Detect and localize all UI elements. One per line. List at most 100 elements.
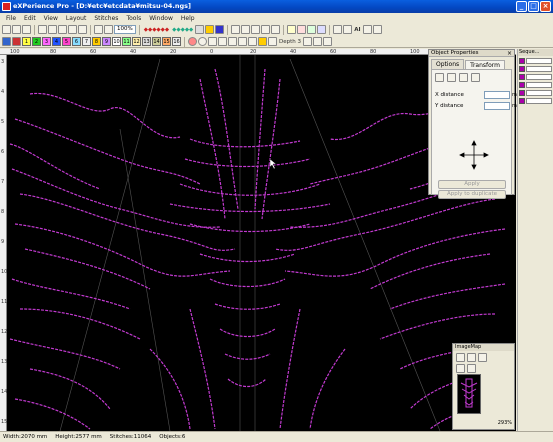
rotate-icon[interactable] xyxy=(218,37,227,46)
design-thumbnail[interactable] xyxy=(457,374,481,414)
select-tool-icon[interactable] xyxy=(231,25,241,34)
cut-icon[interactable] xyxy=(38,25,47,34)
color-swatch-10[interactable]: 10 xyxy=(112,37,121,46)
menu-layout[interactable]: Layout xyxy=(62,15,90,22)
menu-window[interactable]: Window xyxy=(145,15,177,22)
search-icon[interactable] xyxy=(362,25,372,34)
split-icon[interactable] xyxy=(248,37,257,46)
color-swatch-9[interactable]: 9 xyxy=(102,37,111,46)
magic-icon[interactable] xyxy=(372,25,382,34)
rotate-icon[interactable] xyxy=(447,73,456,82)
menu-view[interactable]: View xyxy=(40,15,62,22)
sequence-item[interactable] xyxy=(519,97,552,104)
align-icon[interactable] xyxy=(238,37,247,46)
pan-tool-icon[interactable] xyxy=(251,25,261,34)
ruler-tick-label: 40 xyxy=(130,49,137,55)
color-swatch-14[interactable]: 14 xyxy=(152,37,161,46)
menu-stitches[interactable]: Stitches xyxy=(90,15,122,22)
ai-label[interactable]: AI xyxy=(353,27,361,33)
circle-icon[interactable] xyxy=(188,37,197,46)
wizard-icon[interactable] xyxy=(287,25,297,34)
fit-icon[interactable] xyxy=(333,25,343,34)
color-swatch-16[interactable]: 16 xyxy=(172,37,181,46)
stitch-type-icon[interactable] xyxy=(297,25,307,34)
maximize-button[interactable]: □ xyxy=(528,1,539,12)
satin-icon[interactable] xyxy=(317,25,327,34)
play-icon[interactable] xyxy=(205,25,215,34)
sequence-item[interactable] xyxy=(519,81,552,88)
minimize-button[interactable]: _ xyxy=(516,1,527,12)
new-file-icon[interactable] xyxy=(2,25,11,34)
sequence-color-bar xyxy=(526,97,552,104)
thumbnail-design xyxy=(460,378,478,408)
object-thumbnail xyxy=(519,73,525,80)
menu-file[interactable]: File xyxy=(2,15,20,22)
close-icon[interactable]: × xyxy=(507,50,512,57)
color-swatch-3[interactable]: 3 xyxy=(42,37,51,46)
chevron-down-icon[interactable] xyxy=(303,37,312,46)
y-distance-input[interactable] xyxy=(484,102,510,110)
color-swatch-8[interactable]: 8 xyxy=(92,37,101,46)
mirror-icon[interactable] xyxy=(228,37,237,46)
zoom-out-icon[interactable] xyxy=(104,25,113,34)
color-swatch-12[interactable]: 12 xyxy=(132,37,141,46)
save-icon[interactable] xyxy=(22,25,31,34)
open-file-icon[interactable] xyxy=(12,25,21,34)
star-icon[interactable] xyxy=(258,37,267,46)
measure-tool-icon[interactable] xyxy=(271,25,281,34)
color-swatch-15[interactable]: 15 xyxy=(162,37,171,46)
apply-duplicate-button[interactable]: Apply to duplicate xyxy=(438,190,506,199)
zoom-select[interactable]: 100% xyxy=(114,25,136,34)
menu-tools[interactable]: Tools xyxy=(122,15,145,22)
sequence-item[interactable] xyxy=(519,89,552,96)
sequence-item[interactable] xyxy=(519,57,552,64)
sequence-item[interactable] xyxy=(519,73,552,80)
direction-arrows-icon[interactable] xyxy=(459,140,489,170)
status-bar: Width:2070 mm Height:2577 mm Stitches:11… xyxy=(0,431,553,442)
apply-button[interactable]: Apply xyxy=(438,180,506,189)
color-swatch-6[interactable]: 6 xyxy=(72,37,81,46)
crop-tool-icon[interactable] xyxy=(261,25,271,34)
grid-icon[interactable] xyxy=(343,25,353,34)
text-icon[interactable] xyxy=(208,37,217,46)
close-button[interactable]: × xyxy=(540,1,551,12)
paste-icon[interactable] xyxy=(58,25,67,34)
color-swatch-5[interactable]: 5 xyxy=(62,37,71,46)
copy-icon[interactable] xyxy=(48,25,57,34)
ruler-tick-label: 0 xyxy=(210,49,214,55)
undo-icon[interactable] xyxy=(68,25,77,34)
palette-icon[interactable] xyxy=(2,37,11,46)
ellipse-icon[interactable] xyxy=(198,37,207,46)
move-icon[interactable] xyxy=(435,73,444,82)
stop-icon[interactable] xyxy=(195,25,205,34)
menu-edit[interactable]: Edit xyxy=(20,15,40,22)
layer-icon[interactable] xyxy=(313,37,322,46)
jump-nav-icons[interactable]: ◆◆◆◆◆ xyxy=(171,27,194,33)
zoom-out-icon[interactable] xyxy=(467,353,476,362)
tab-options[interactable]: Options xyxy=(431,59,465,69)
color-swatch-2[interactable]: 2 xyxy=(32,37,41,46)
move-icon[interactable] xyxy=(467,364,476,373)
scale-icon[interactable] xyxy=(459,73,468,82)
x-distance-input[interactable] xyxy=(484,91,510,99)
redo-icon[interactable] xyxy=(78,25,87,34)
arrow-nav-icons[interactable]: ◆◆◆◆◆◆ xyxy=(143,27,170,33)
color-swatch-4[interactable]: 4 xyxy=(52,37,61,46)
wrap-icon[interactable] xyxy=(323,37,332,46)
skew-icon[interactable] xyxy=(471,73,480,82)
node-tool-icon[interactable] xyxy=(241,25,251,34)
sequence-item[interactable] xyxy=(519,65,552,72)
info-icon[interactable] xyxy=(215,25,225,34)
color-swatch-1[interactable]: 1 xyxy=(22,37,31,46)
color-swatch-7[interactable]: 7 xyxy=(82,37,91,46)
fill-icon[interactable] xyxy=(307,25,317,34)
zoom-in-icon[interactable] xyxy=(94,25,103,34)
zoom-in-icon[interactable] xyxy=(456,353,465,362)
depth-select[interactable]: Depth 3 xyxy=(278,39,302,45)
zoom-fit-icon[interactable] xyxy=(478,353,487,362)
color-swatch-11[interactable]: 11 xyxy=(122,37,131,46)
menu-help[interactable]: Help xyxy=(177,15,199,22)
thread-icon[interactable] xyxy=(12,37,21,46)
hand-icon[interactable] xyxy=(456,364,465,373)
color-swatch-13[interactable]: 13 xyxy=(142,37,151,46)
